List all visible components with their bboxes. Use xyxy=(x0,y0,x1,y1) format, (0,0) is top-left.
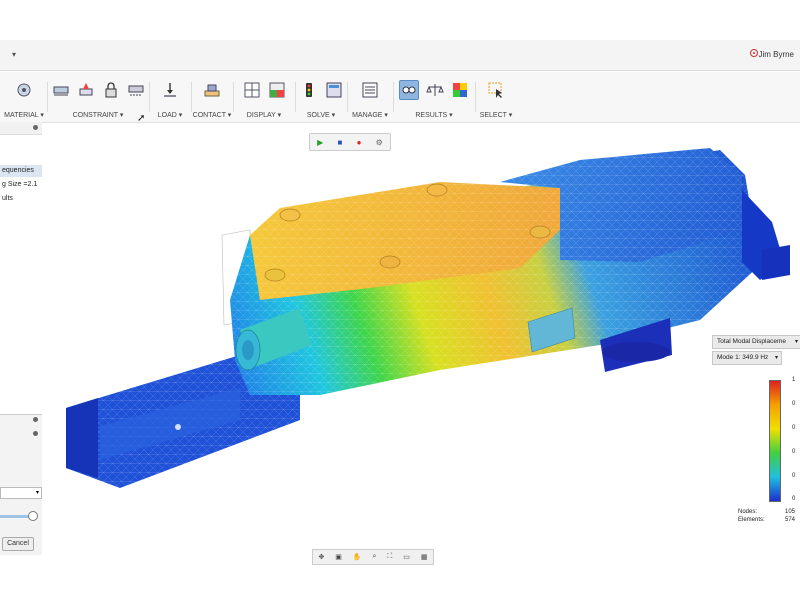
menu-caret-icon[interactable]: ▾ xyxy=(12,50,16,59)
nodes-label: Nodes: xyxy=(738,509,758,515)
constraint-group[interactable]: CONSTRAINT ▾ xyxy=(48,76,148,120)
tree-item-results[interactable]: ults xyxy=(0,193,22,205)
panel-options-icon[interactable] xyxy=(33,431,38,436)
constraint-frictionless-icon[interactable] xyxy=(127,81,145,99)
orbit-icon[interactable]: ✥ xyxy=(318,553,324,561)
results-label[interactable]: RESULTS ▾ xyxy=(394,111,474,119)
display-color-icon[interactable] xyxy=(268,81,286,99)
panel-options-icon[interactable] xyxy=(33,417,38,422)
panel-options-icon[interactable] xyxy=(33,125,38,130)
cancel-button[interactable]: Cancel xyxy=(2,537,34,551)
dialog-panel: ▾ Cancel xyxy=(0,414,42,555)
chevron-down-icon: ▾ xyxy=(794,339,798,345)
legend-tick: 1 xyxy=(792,377,796,383)
color-legend-bar xyxy=(769,380,781,502)
elements-value: 574 xyxy=(785,517,796,523)
display-label[interactable]: DISPLAY ▾ xyxy=(234,111,294,119)
select-group[interactable]: SELECT ▾ xyxy=(476,76,516,120)
manage-icon[interactable] xyxy=(361,81,379,99)
title-bar: ▾ Jim Byrne xyxy=(0,40,800,71)
legend-tick: 0 xyxy=(792,473,796,479)
app-window: ▾ Jim Byrne MATERIAL ▾ CONSTRAINT ▾ LOAD… xyxy=(0,0,800,600)
look-at-icon[interactable]: ▣ xyxy=(335,553,342,561)
contact-group[interactable]: CONTACT ▾ xyxy=(192,76,232,120)
load-label[interactable]: LOAD ▾ xyxy=(150,111,190,119)
select-arrow-icon[interactable] xyxy=(487,81,505,99)
nodes-value: 105 xyxy=(785,509,796,515)
zoom-icon[interactable]: ⌕ xyxy=(373,553,377,561)
results-deformed-icon[interactable] xyxy=(399,80,419,100)
legend-tick: 0 xyxy=(792,496,796,502)
mouse-cursor-icon: ➚ xyxy=(137,113,146,124)
material-label[interactable]: MATERIAL ▾ xyxy=(0,111,48,119)
display-settings-icon[interactable]: ▭ xyxy=(403,553,410,561)
display-group[interactable]: DISPLAY ▾ xyxy=(234,76,294,120)
bottom-margin xyxy=(0,565,800,600)
solve-status-icon[interactable] xyxy=(325,81,343,99)
mode-value: Mode 1: 349.9 Hz xyxy=(717,354,769,361)
result-type-dropdown[interactable]: Total Modal Displaceme ▾ xyxy=(712,335,800,349)
result-type-value: Total Modal Displaceme xyxy=(717,338,787,345)
browser-panel: equencies g Size =2.1 ults ▾ Cancel xyxy=(0,122,44,562)
material-group[interactable]: MATERIAL ▾ xyxy=(0,76,48,120)
solve-label[interactable]: SOLVE ▾ xyxy=(296,111,346,119)
user-name[interactable]: Jim Byrne xyxy=(758,50,794,59)
browser-header xyxy=(0,122,42,135)
tree-item-frequencies[interactable]: equencies xyxy=(0,165,42,177)
results-compare-icon[interactable] xyxy=(426,81,444,99)
select-label[interactable]: SELECT ▾ xyxy=(476,111,516,119)
dialog-dropdown[interactable]: ▾ xyxy=(0,487,42,499)
tree-item-mesh-size[interactable]: g Size =2.1 xyxy=(0,179,38,191)
mode-dropdown[interactable]: Mode 1: 349.9 Hz ▾ xyxy=(712,351,782,365)
display-mesh-icon[interactable] xyxy=(243,81,261,99)
legend-tick: 0 xyxy=(792,449,796,455)
constraint-fixed-icon[interactable] xyxy=(52,81,70,99)
legend-tick: 0 xyxy=(792,425,796,431)
force-load-icon[interactable] xyxy=(161,81,179,99)
ribbon-toolbar: MATERIAL ▾ CONSTRAINT ▾ LOAD ▾ CONTACT ▾… xyxy=(0,72,800,123)
load-group[interactable]: LOAD ▾ xyxy=(150,76,190,120)
navigation-bar: ✥ ▣ ✋ ⌕ ⛶ ▭ ▦ xyxy=(312,549,434,565)
contact-label[interactable]: CONTACT ▾ xyxy=(192,111,232,119)
fit-icon[interactable]: ⛶ xyxy=(387,553,392,561)
elements-label: Elements: xyxy=(738,517,765,523)
material-icon[interactable] xyxy=(15,81,33,99)
manage-group[interactable]: MANAGE ▾ xyxy=(348,76,392,120)
solve-icon[interactable] xyxy=(300,81,318,99)
3d-viewport[interactable] xyxy=(44,125,800,560)
chevron-down-icon: ▾ xyxy=(774,355,778,361)
dialog-slider-thumb[interactable] xyxy=(28,511,38,521)
contact-icon[interactable] xyxy=(203,81,221,99)
legend-tick: 0 xyxy=(792,401,796,407)
solve-group[interactable]: SOLVE ▾ xyxy=(296,76,346,120)
pan-icon[interactable]: ✋ xyxy=(353,553,362,561)
chevron-down-icon: ▾ xyxy=(35,490,39,496)
results-group[interactable]: RESULTS ▾ xyxy=(394,76,474,120)
constraint-label[interactable]: CONSTRAINT ▾ xyxy=(48,111,148,119)
manage-label[interactable]: MANAGE ▾ xyxy=(348,111,392,119)
record-icon[interactable] xyxy=(750,49,758,57)
results-contour-icon[interactable] xyxy=(451,81,469,99)
grid-settings-icon[interactable]: ▦ xyxy=(421,553,428,561)
constraint-pin-icon[interactable] xyxy=(77,81,95,99)
lock-icon[interactable] xyxy=(102,81,120,99)
